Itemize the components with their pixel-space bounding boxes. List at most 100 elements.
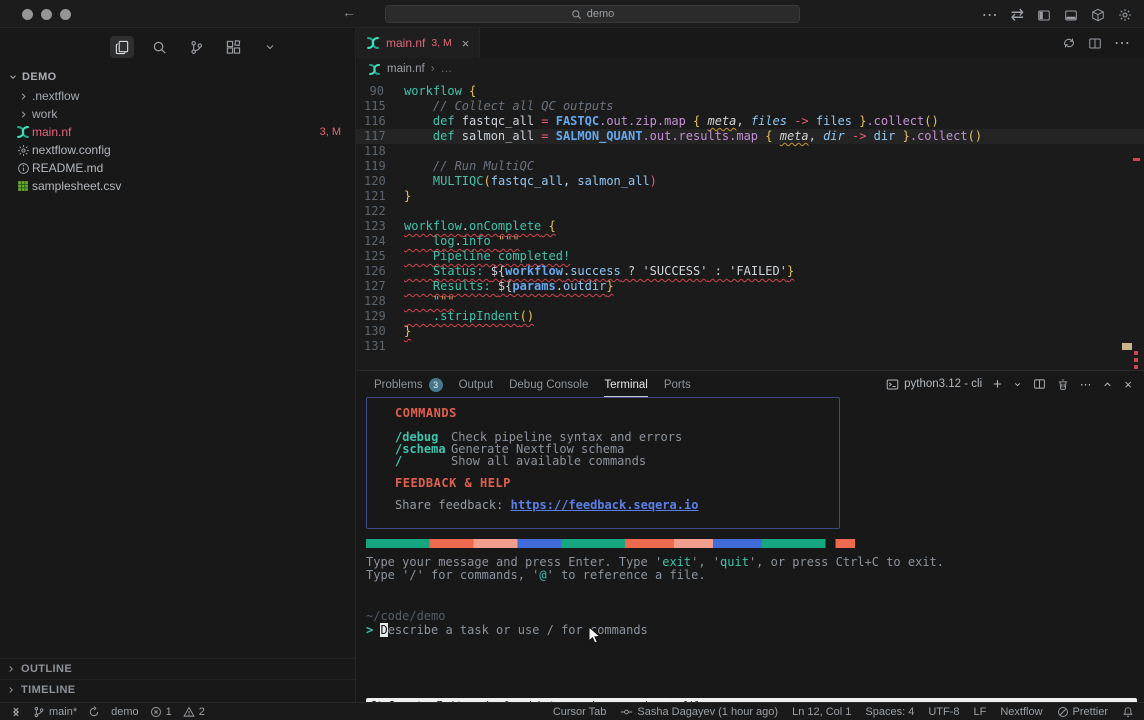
code-line-127[interactable]: 127 Results: ${params.outdir} xyxy=(356,279,1144,294)
maximize-panel-icon[interactable] xyxy=(1102,379,1113,390)
status-sasha-dagayev-1-hour-ago[interactable]: Sasha Dagayev (1 hour ago) xyxy=(620,706,778,718)
status-1[interactable]: 1 xyxy=(150,706,172,718)
feedback-link[interactable]: https://feedback.seqera.io xyxy=(511,498,699,512)
terminal-icon xyxy=(886,378,899,391)
status-spaces-4[interactable]: Spaces: 4 xyxy=(865,706,914,718)
panel-tab-problems[interactable]: Problems3 xyxy=(374,371,443,397)
command-row: /schemaGenerate Nextflow schema xyxy=(395,443,839,455)
chevron-down-icon[interactable] xyxy=(1013,380,1022,389)
panel-tab-debug-console[interactable]: Debug Console xyxy=(509,371,588,397)
breadcrumb-separator: › xyxy=(431,63,435,75)
settings-gear-icon[interactable] xyxy=(1118,8,1132,22)
code-editor[interactable]: 90workflow {115 // Collect all QC output… xyxy=(356,80,1144,370)
status-cursor-tab[interactable]: Cursor Tab xyxy=(553,706,607,718)
file-row-work[interactable]: work xyxy=(0,105,355,123)
code-line-119[interactable]: 119 // Run MultiQC xyxy=(356,159,1144,174)
breadcrumb[interactable]: main.nf › … xyxy=(356,58,1144,80)
mouse-cursor xyxy=(588,626,602,646)
tab-main-nf[interactable]: main.nf 3, M × xyxy=(356,28,480,58)
search-panel-icon[interactable] xyxy=(147,36,171,58)
status-ln-12-col-1[interactable]: Ln 12, Col 1 xyxy=(792,706,851,718)
source-control-icon[interactable] xyxy=(184,36,208,58)
new-terminal-icon[interactable]: + xyxy=(993,376,1002,393)
code-line-125[interactable]: 125 Pipeline completed! xyxy=(356,249,1144,264)
chevron-right-icon xyxy=(6,664,16,674)
code-line-122[interactable]: 122 xyxy=(356,204,1144,219)
extension-cube-icon[interactable] xyxy=(1091,8,1105,22)
status-sync[interactable] xyxy=(88,706,100,718)
commit-icon xyxy=(620,706,633,718)
sync-arrows-icon[interactable]: ⇄ xyxy=(1011,5,1024,25)
explorer-files-icon[interactable] xyxy=(110,36,134,58)
workspace-section-header[interactable]: DEMO xyxy=(0,66,355,87)
file-row-README-md[interactable]: README.md xyxy=(0,159,355,177)
status-label: Ln 12, Col 1 xyxy=(792,706,851,718)
split-terminal-icon[interactable] xyxy=(1033,378,1046,390)
status-main[interactable]: main* xyxy=(33,706,77,718)
compare-changes-icon[interactable] xyxy=(1062,36,1076,50)
code-line-115[interactable]: 115 // Collect all QC outputs xyxy=(356,99,1144,114)
code-line-123[interactable]: 123workflow.onComplete { xyxy=(356,219,1144,234)
status-prettier[interactable]: Prettier xyxy=(1057,706,1108,718)
terminal-session[interactable]: python3.12 - cli xyxy=(886,378,982,391)
remote-icon xyxy=(10,706,22,718)
code-line-90[interactable]: 90workflow { xyxy=(356,84,1144,99)
kill-terminal-trash-icon[interactable] xyxy=(1057,378,1069,391)
panel-header: Problems3 Output Debug Console Terminal Port… xyxy=(356,371,1144,397)
code-line-121[interactable]: 121} xyxy=(356,189,1144,204)
breadcrumb-file[interactable]: main.nf xyxy=(387,63,425,75)
code-line-126[interactable]: 126 Status: ${workflow.success ? 'SUCCES… xyxy=(356,264,1144,279)
close-window-icon[interactable] xyxy=(22,9,33,20)
extensions-icon[interactable] xyxy=(221,36,245,58)
panel-tab-terminal[interactable]: Terminal xyxy=(604,371,647,397)
split-editor-icon[interactable] xyxy=(1088,37,1102,50)
code-line-128[interactable]: 128 """ xyxy=(356,294,1144,309)
layout-panel-icon[interactable] xyxy=(1064,9,1078,22)
terminal-prompt-input[interactable]: > Describe a task or use / for commands xyxy=(366,623,1137,637)
status-lf[interactable]: LF xyxy=(974,706,987,718)
editor-more-actions-icon[interactable]: ⋯ xyxy=(1114,33,1130,53)
code-line-117[interactable]: 117 def salmon_all = SALMON_QUANT.out.re… xyxy=(356,129,1144,144)
layout-sidebar-icon[interactable] xyxy=(1037,9,1051,22)
window-controls[interactable] xyxy=(22,9,71,20)
warning-icon xyxy=(183,706,195,718)
code-line-118[interactable]: 118 xyxy=(356,144,1144,159)
breadcrumb-symbol[interactable]: … xyxy=(441,63,453,75)
error-icon xyxy=(150,706,162,718)
timeline-section-header[interactable]: TIMELINE xyxy=(0,679,355,700)
close-tab-icon[interactable]: × xyxy=(462,36,470,51)
panel-tab-ports[interactable]: Ports xyxy=(664,371,691,397)
status-utf-8[interactable]: UTF-8 xyxy=(928,706,959,718)
back-icon[interactable]: ← xyxy=(342,4,356,20)
file-row-nextflow-config[interactable]: nextflow.config xyxy=(0,141,355,159)
code-line-129[interactable]: 129 .stripIndent() xyxy=(356,309,1144,324)
code-line-131[interactable]: 131 xyxy=(356,339,1144,354)
file-tree: .nextflowworkmain.nf3, Mnextflow.configR… xyxy=(0,87,355,195)
close-panel-icon[interactable]: × xyxy=(1124,377,1132,392)
status-2[interactable]: 2 xyxy=(183,706,205,718)
code-line-120[interactable]: 120 MULTIQC(fastqc_all, salmon_all) xyxy=(356,174,1144,189)
line-number: 127 xyxy=(356,279,384,294)
file-row-samplesheet-csv[interactable]: samplesheet.csv xyxy=(0,177,355,195)
file-row-main-nf[interactable]: main.nf3, M xyxy=(0,123,355,141)
line-number: 120 xyxy=(356,174,384,189)
panel-tab-output[interactable]: Output xyxy=(459,371,494,397)
more-actions-icon[interactable]: ⋯ xyxy=(982,5,998,25)
status-remote[interactable] xyxy=(10,706,22,718)
file-problems-badge: 3, M xyxy=(320,126,341,138)
code-line-116[interactable]: 116 def fastqc_all = FASTQC.out.zip.map … xyxy=(356,114,1144,129)
status-nextflow[interactable]: Nextflow xyxy=(1000,706,1042,718)
code-line-124[interactable]: 124 log.info """ xyxy=(356,234,1144,249)
chevron-down-icon[interactable] xyxy=(258,36,282,58)
command-center-search[interactable]: demo xyxy=(385,5,800,23)
zoom-window-icon[interactable] xyxy=(60,9,71,20)
terminal-view[interactable]: COMMANDS /debugCheck pipeline syntax and… xyxy=(366,397,1137,702)
chevron-right-icon xyxy=(18,91,29,102)
outline-section-header[interactable]: OUTLINE xyxy=(0,658,355,679)
status-bell[interactable] xyxy=(1122,706,1134,718)
file-row--nextflow[interactable]: .nextflow xyxy=(0,87,355,105)
code-line-130[interactable]: 130} xyxy=(356,324,1144,339)
minimize-window-icon[interactable] xyxy=(41,9,52,20)
status-demo[interactable]: demo xyxy=(111,706,139,718)
panel-more-actions-icon[interactable]: ⋯ xyxy=(1080,377,1092,391)
